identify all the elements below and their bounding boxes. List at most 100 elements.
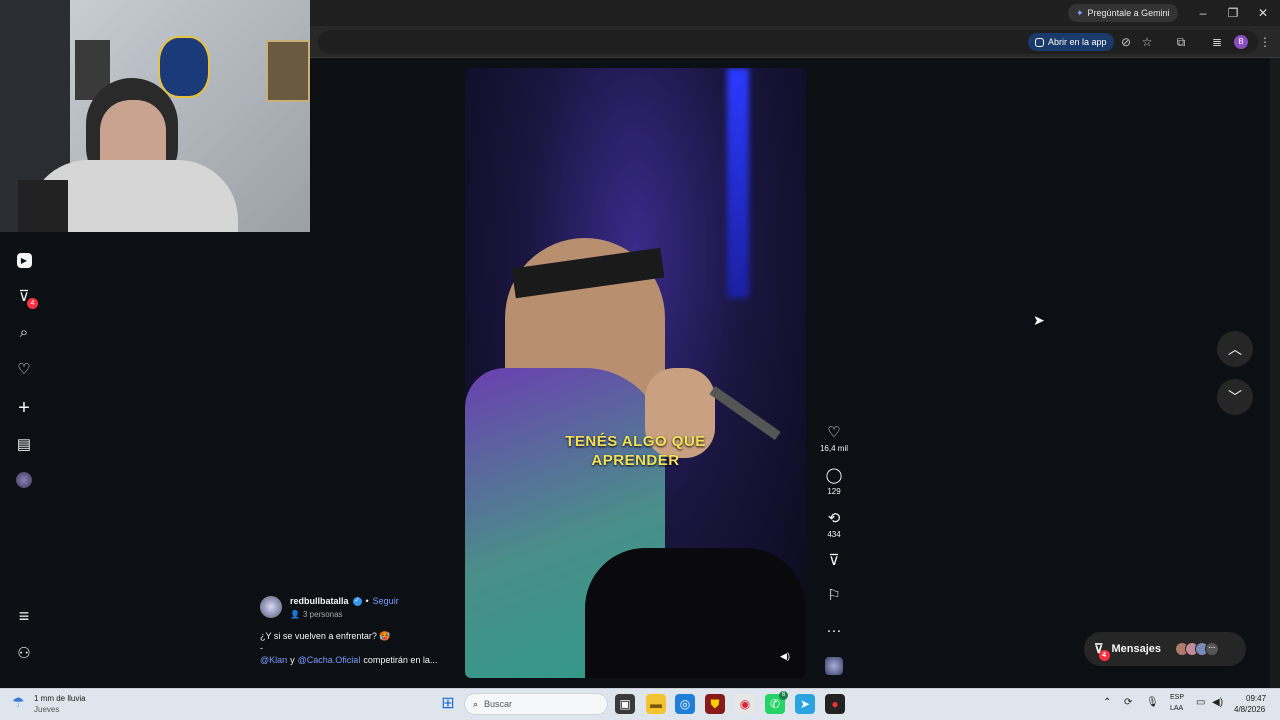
sidebar-item-create[interactable]: + [14,398,34,418]
taskbar-search[interactable]: ⌕ Buscar [464,693,608,715]
send-icon: ⊽ 4 [1094,641,1110,661]
network-icon[interactable]: ▭ [1196,697,1205,708]
mute-icon[interactable]: ◀) [777,648,793,664]
minimize-button[interactable]: – [1188,4,1218,22]
media-controls-icon[interactable]: ≣ [1209,34,1225,50]
open-in-app-label: Abrir en la app [1048,37,1107,47]
star-icon[interactable]: ☆ [1139,34,1155,50]
mouse-cursor-icon: ➤ [1033,312,1045,328]
messages-pill[interactable]: ⊽ 4 Mensajes ··· [1084,632,1246,666]
comment-button[interactable]: ◯ 129 [818,467,850,496]
profile-avatar[interactable]: B [1234,35,1248,49]
microphone-icon[interactable]: 🎙 [1146,697,1159,708]
page-scrollbar[interactable] [1270,58,1280,688]
post-audience: 👤 3 personas [290,610,343,619]
reel-video[interactable]: TENÉS ALGO QUE APRENDER ◀) [465,68,806,678]
share-button[interactable]: ⊽ [818,552,850,570]
sidebar-item-notifications[interactable]: ♡ [14,360,34,380]
search-placeholder: Buscar [484,699,513,709]
post-caption-dash: - [260,643,263,653]
open-in-app-button[interactable]: Abrir en la app [1028,33,1114,51]
post-caption: ¿Y si se vuelven a enfrentar? 🥵 [260,631,391,641]
profile-avatar-icon [16,472,32,488]
plus-icon: + [18,397,30,419]
chevron-down-icon: ﹀ [1228,389,1242,405]
lang-line-2[interactable]: LAA [1170,705,1183,712]
video-caption: TENÉS ALGO QUE APRENDER [465,432,806,470]
chevron-up-icon[interactable]: ⌃ [1103,697,1111,708]
sidebar-item-profile[interactable] [14,472,34,492]
messages-badge: 4 [27,298,38,309]
sidebar-also-from-meta[interactable]: ⚇ [14,644,34,664]
gemini-icon: ✦ [1076,8,1084,18]
post-separator: • [365,596,369,606]
send-icon: ⊽ [828,552,840,569]
bookmark-icon: ⚐ [827,587,841,604]
caption-conj: y [290,655,295,665]
comment-count: 129 [827,487,841,496]
volume-icon[interactable]: ◀) [1212,697,1223,708]
gemini-button[interactable]: ✦ Pregúntale a Gemini [1068,4,1178,22]
reels-icon: ▶ [16,253,32,268]
apps-icon: ⚇ [17,645,31,662]
lang-line-1[interactable]: ESP [1170,694,1184,701]
menu-kebab-icon[interactable]: ⋮ [1257,34,1273,50]
verified-icon: ✓ [352,596,362,606]
post-avatar[interactable] [260,596,282,618]
messages-label: Mensajes [1111,643,1162,655]
messages-pill-badge: 4 [1098,650,1110,661]
windows-start-icon[interactable]: ⊞ [438,694,458,714]
caption-rest: competirán en la... [363,655,438,665]
mention-cacha[interactable]: @Cacha.Oficial [298,655,361,665]
more-options-button[interactable]: ··· [818,622,850,640]
telegram-icon[interactable]: ➤ [795,694,815,714]
restore-button[interactable]: ❐ [1218,4,1248,22]
mention-klan[interactable]: @Klan [260,655,287,665]
taskbar-time[interactable]: 09:47 [1246,694,1266,703]
save-button[interactable]: ⚐ [818,587,850,605]
taskbar-date[interactable]: 4/8/2026 [1234,705,1265,714]
caption-line-1: TENÉS ALGO QUE [565,433,706,450]
eye-off-icon[interactable]: ⊘ [1118,34,1134,50]
follow-button[interactable]: Seguir [373,596,399,606]
sync-icon[interactable]: ⟳ [1124,697,1132,708]
heart-icon: ♡ [827,424,841,441]
search-icon: ⌕ [473,698,479,709]
sidebar-item-search[interactable]: ⌕ [14,323,34,343]
task-view-icon[interactable]: ▣ [615,694,635,714]
gemini-label: Pregúntale a Gemini [1087,8,1170,18]
sidebar-item-dashboard[interactable]: ▤ [14,435,34,455]
search-icon: ⌕ [19,324,29,341]
audio-avatar[interactable] [825,657,843,675]
app-red-icon[interactable]: ● [825,694,845,714]
file-explorer-icon[interactable]: ▬ [646,694,666,714]
boca-shield-icon [158,36,210,98]
like-button[interactable]: ♡ 16,4 mil [818,424,850,453]
hamburger-icon: ≡ [18,606,30,626]
repost-button[interactable]: ⟲ 434 [818,510,850,539]
webcam-overlay [0,0,310,232]
sidebar-item-messages[interactable]: ⊽ 4 [14,287,38,309]
close-button[interactable]: ✕ [1248,4,1278,22]
post-username[interactable]: redbullbatalla [290,596,349,606]
windows-taskbar [0,688,1280,720]
address-bar[interactable] [318,30,1258,54]
whatsapp-icon[interactable]: ✆ 6 [765,691,788,714]
extensions-icon[interactable]: ⧉ [1173,34,1189,50]
edge-icon[interactable]: ◎ [675,694,695,714]
stage-light [727,68,749,298]
audience-label: 3 personas [302,610,343,619]
weather-icon[interactable]: ☂ [12,694,25,711]
weather-line-1[interactable]: 1 mm de lluvia [34,694,86,703]
post-caption-mentions: @Klan y @Cacha.Oficial competirán en la.… [260,655,437,665]
weather-line-2[interactable]: Jueves [34,705,59,714]
shield-app-icon[interactable]: ⛊ [705,694,725,714]
people-icon: 👤 [290,610,300,619]
sidebar-item-reels[interactable]: ▶ [14,249,34,269]
previous-reel-button[interactable]: ︿ [1217,331,1253,367]
next-reel-button[interactable]: ﹀ [1217,379,1253,415]
webcam-chair [18,180,68,232]
sidebar-more-button[interactable]: ≡ [14,606,34,626]
caption-line-2: APRENDER [591,452,680,469]
chrome-icon[interactable]: ◉ [735,694,755,714]
